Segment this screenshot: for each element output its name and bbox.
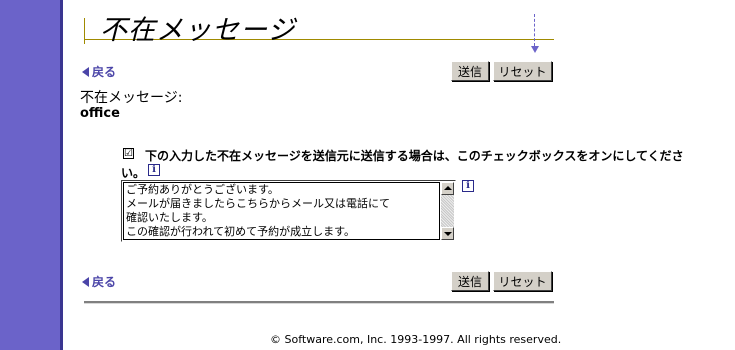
chevron-down-icon <box>444 232 452 236</box>
checkbox-label-line1: 下の入力した不在メッセージを送信元に送信する場合は、このチェックボックスをオンに… <box>145 149 684 163</box>
back-arrow-icon <box>82 66 89 77</box>
back-link-label: 戻る <box>92 275 117 289</box>
account-name: office <box>80 106 120 121</box>
send-button-bottom[interactable]: 送信 <box>451 271 489 291</box>
checkbox-label-line2: い。 <box>121 166 146 180</box>
send-reply-checkbox[interactable]: ☑ <box>123 148 134 159</box>
copyright-footer: © Software.com, Inc. 1993-1997. All righ… <box>270 333 562 346</box>
message-line: メールが届きましたらこちらからメール又は電話にて <box>126 197 390 210</box>
back-link-top[interactable]: 戻る <box>82 63 116 80</box>
send-button-top[interactable]: 送信 <box>451 61 489 81</box>
back-link-label: 戻る <box>92 65 117 79</box>
reset-button-top[interactable]: リセット <box>493 61 552 81</box>
back-link-bottom[interactable]: 戻る <box>82 273 116 290</box>
message-line: ご予約ありがとうございます。 <box>126 183 279 196</box>
scroll-up-button[interactable] <box>441 182 454 195</box>
info-icon[interactable]: i <box>148 164 160 176</box>
message-line: 確認いたします。 <box>126 211 213 224</box>
message-line: この確認が行われて初めて予約が成立します。 <box>126 225 356 238</box>
title-rule-vertical <box>84 18 85 44</box>
sidebar-edge <box>60 0 63 350</box>
page-title: 不在メッセージ <box>100 15 296 46</box>
message-text[interactable]: ご予約ありがとうございます。 メールが届きましたらこちらからメール又は電話にて … <box>123 182 440 240</box>
textarea-scrollbar[interactable] <box>441 182 454 240</box>
left-sidebar <box>0 0 60 350</box>
scroll-down-button[interactable] <box>441 227 454 240</box>
chevron-up-icon <box>444 186 452 190</box>
message-textarea[interactable]: ご予約ありがとうございます。 メールが届きましたらこちらからメール又は電話にて … <box>121 180 456 242</box>
bottom-divider <box>84 301 554 304</box>
arrow-down-icon <box>531 46 539 53</box>
info-icon[interactable]: i <box>462 180 474 192</box>
reset-button-bottom[interactable]: リセット <box>493 271 552 291</box>
dashed-guide-line <box>534 14 535 46</box>
back-arrow-icon <box>82 276 89 287</box>
message-heading: 不在メッセージ: <box>80 90 183 106</box>
